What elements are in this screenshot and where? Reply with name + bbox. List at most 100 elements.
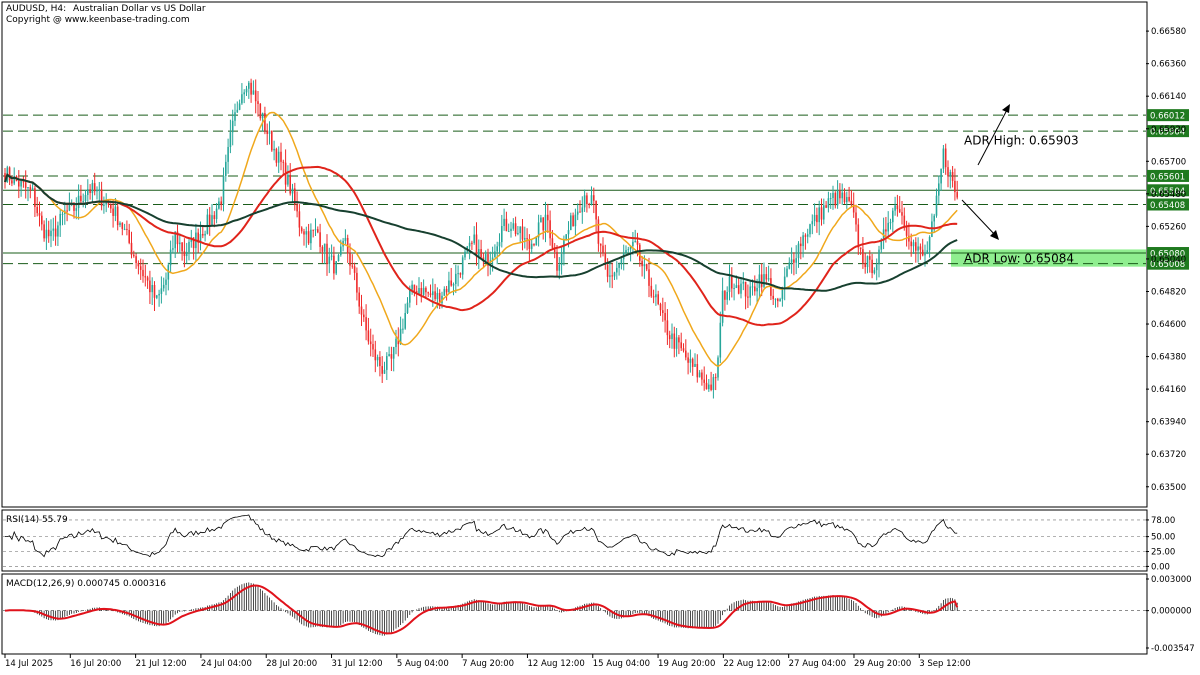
copyright-text: Copyright @ www.keenbase-trading.com (6, 15, 190, 25)
candle-body (627, 249, 630, 251)
macd-panel-frame (1, 573, 1148, 655)
candle-body (215, 208, 218, 220)
candle-body (889, 222, 892, 224)
candle-body (811, 221, 814, 225)
candle-body (666, 320, 669, 336)
candle-body (726, 291, 728, 300)
candle-body (662, 310, 664, 313)
candle-body (687, 357, 689, 363)
candle-body (526, 238, 528, 240)
candle-body (866, 256, 869, 268)
candle-body (719, 322, 722, 358)
candle-body (243, 92, 245, 95)
candle-body (388, 354, 390, 357)
candle-body (383, 369, 386, 374)
candle-body (27, 187, 29, 189)
candle-body (625, 250, 627, 253)
candle-body (369, 341, 372, 345)
candle-body (100, 189, 103, 207)
candle-body (728, 276, 731, 292)
candle-body (298, 211, 301, 228)
candle-body (606, 265, 609, 277)
x-tick-label: 14 Jul 2025 (5, 659, 53, 669)
candle-body (928, 236, 931, 251)
candle-body (91, 183, 94, 194)
candle-body (696, 363, 699, 378)
candle-body (162, 284, 165, 289)
symbol-label: AUDUSD, H4: (6, 4, 67, 14)
candle-body (471, 242, 473, 244)
candle-body (616, 267, 618, 273)
candle-body (542, 217, 544, 231)
candle-body (572, 215, 574, 227)
candle-body (501, 226, 503, 243)
candle-body (556, 251, 558, 271)
candle-body (386, 356, 388, 370)
candle-body (942, 148, 945, 169)
candle-body (717, 357, 719, 378)
candle-body (521, 226, 524, 240)
candle-body (809, 224, 811, 235)
candle-body (800, 243, 802, 247)
candle-body (429, 293, 432, 296)
candle-body (455, 273, 457, 284)
candle-body (452, 283, 455, 286)
candle-body (820, 207, 823, 220)
candle-body (213, 215, 216, 220)
rsi-y-tick-label: 78.00 (1151, 516, 1175, 526)
candle-body (632, 241, 634, 246)
candle-body (873, 270, 876, 274)
candle-body (330, 255, 333, 257)
candle-body (222, 175, 225, 205)
candle-body (675, 337, 678, 349)
candle-body (135, 256, 137, 264)
candle-body (878, 249, 880, 265)
candle-body (712, 377, 715, 390)
candle-body (919, 246, 922, 250)
candle-body (754, 286, 756, 292)
candle-body (43, 224, 45, 239)
candle-body (793, 259, 795, 263)
x-tick-label: 31 Jul 12:00 (332, 659, 383, 669)
candle-body (358, 292, 360, 307)
candle-body (445, 288, 448, 293)
candle-body (825, 205, 827, 208)
candle-body (839, 190, 841, 199)
candle-body (96, 189, 98, 192)
candle-body (595, 200, 597, 220)
candle-body (579, 211, 581, 213)
candle-body (202, 233, 204, 236)
candle-body (188, 241, 190, 252)
candle-body (52, 228, 55, 231)
candle-body (524, 238, 526, 240)
candle-body (788, 262, 791, 269)
candle-body (321, 246, 324, 252)
candle-body (602, 245, 604, 253)
candle-body (326, 243, 328, 265)
candle-body (951, 172, 954, 181)
candle-body (760, 274, 763, 287)
candle-body (496, 246, 498, 252)
candle-body (422, 287, 425, 295)
price-chart[interactable]: 0.660120.659040.656010.655040.654080.650… (0, 0, 1200, 675)
candle-body (659, 304, 662, 311)
candle-body (29, 187, 32, 190)
y-tick-label: 0.65040 (1151, 255, 1186, 265)
candle-body (208, 214, 211, 226)
candle-body (317, 229, 319, 233)
candle-body (701, 372, 703, 380)
candle-body (328, 256, 331, 265)
candle-body (903, 215, 906, 227)
symbol-description: Australian Dollar vs US Dollar (73, 4, 206, 14)
candle-body (379, 357, 381, 367)
candle-body (691, 358, 694, 367)
y-tick-label: 0.64380 (1151, 353, 1186, 363)
candle-body (153, 285, 156, 298)
candle-body (395, 338, 397, 348)
candle-body (763, 274, 765, 287)
rsi-title: RSI(14) 55.79 (6, 515, 68, 525)
candle-body (758, 274, 761, 288)
candle-body (160, 288, 163, 294)
candle-body (211, 215, 213, 226)
candle-body (261, 113, 264, 119)
